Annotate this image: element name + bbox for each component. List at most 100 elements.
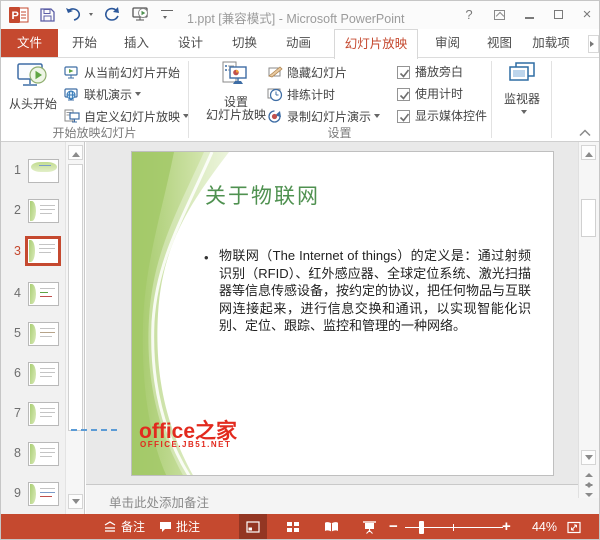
from-beginning-button[interactable]: 从头开始 [4,61,62,111]
tab-review[interactable]: 审阅 [428,29,467,57]
slide-thumbnail-1[interactable]: 1 [1,158,65,188]
checkbox-icon [397,66,410,79]
pane-splitter-indicator[interactable] [71,429,117,431]
checkbox-play-narrations[interactable]: 播放旁白 [397,65,463,81]
thumbnail-preview [28,362,59,386]
slide-bullet-text[interactable]: 物联网（The Internet of things）的定义是：通过射频识别（R… [219,247,531,335]
scroll-down-button[interactable] [68,494,83,509]
slideshow-view-button[interactable] [355,514,383,540]
slide-thumbnail-5[interactable]: 5 [1,321,65,351]
present-online-dropdown[interactable] [135,92,141,99]
tab-design[interactable]: 设计 [171,29,210,57]
scroll-down-button[interactable] [581,450,596,465]
powerpoint-window: P 1.ppt [兼容模式] - Microsoft PowerPoint ? … [0,0,600,540]
window-title: 1.ppt [兼容模式] - Microsoft PowerPoint [187,8,404,27]
minimize-button[interactable] [519,7,539,24]
custom-show-icon [64,109,80,124]
present-online-button[interactable]: 联机演示 [64,86,141,104]
qat-customize-button[interactable] [161,10,173,25]
normal-view-icon [246,521,260,533]
screen-current-icon [64,65,80,80]
slide-thumbnail-4[interactable]: 4 [1,281,65,311]
tab-overflow-arrow[interactable] [588,35,599,53]
notes-pane[interactable]: 单击此处添加备注 [86,484,600,514]
rehearse-clock-icon [267,87,283,102]
ribbon-display-options-button[interactable] [489,7,509,24]
help-button[interactable]: ? [459,7,479,24]
ribbon-tab-bar: 文件 开始 插入 设计 切换 动画 幻灯片放映 审阅 视图 加载项 [1,29,600,57]
comments-toggle-button[interactable]: 批注 [159,514,200,540]
close-button[interactable]: × [577,7,597,24]
custom-slideshow-button[interactable]: 自定义幻灯片放映 [64,108,189,126]
record-slideshow-button[interactable]: 录制幻灯片演示 [267,108,380,126]
normal-view-button[interactable] [239,514,267,540]
maximize-button[interactable] [548,7,568,24]
previous-slide-button[interactable] [583,468,595,481]
screen-play-icon [15,61,51,93]
tab-view[interactable]: 视图 [480,29,519,57]
slide[interactable]: 关于物联网 • 物联网（The Internet of things）的定义是：… [131,151,554,476]
slide-thumbnail-8[interactable]: 8 [1,441,65,471]
scroll-thumb[interactable] [581,199,596,237]
status-bar: 备注 批注 − + 44% [1,514,600,540]
setup-slideshow-button[interactable]: 设置 幻灯片放映 [205,61,267,122]
redo-button[interactable] [104,7,120,25]
rehearse-timings-button[interactable]: 排练计时 [267,86,335,104]
title-bar: P 1.ppt [兼容模式] - Microsoft PowerPoint ? … [1,1,600,29]
zoom-out-button[interactable]: − [389,514,398,540]
zoom-percentage[interactable]: 44% [521,514,557,540]
reading-view-button[interactable] [317,514,345,540]
tab-home[interactable]: 开始 [65,29,104,57]
main-scrollbar[interactable] [578,142,600,498]
reading-view-icon [324,521,339,533]
slideshow-view-icon [362,521,377,534]
slide-thumbnail-2[interactable]: 2 [1,198,65,228]
slides-scrollbar[interactable] [65,142,85,514]
tab-animations[interactable]: 动画 [279,29,318,57]
checkbox-use-timings[interactable]: 使用计时 [397,87,463,103]
scroll-up-button[interactable] [68,145,83,160]
zoom-slider-thumb[interactable] [419,521,424,534]
hide-slide-icon [267,65,283,80]
slides-panel: 1 2 3 4 5 6 7 8 9 [1,142,65,514]
slide-thumbnail-3[interactable]: 3 [1,239,65,269]
group-label-start-show: 开始放映幻灯片 [1,126,188,140]
fit-to-window-button[interactable] [561,514,587,540]
record-dropdown[interactable] [374,114,380,121]
ribbon-collapse-button[interactable] [577,126,593,140]
checkbox-icon [397,110,410,123]
slide-sorter-icon [287,521,300,533]
comment-icon [159,521,172,533]
scroll-up-button[interactable] [581,145,596,160]
save-button[interactable] [40,7,55,25]
undo-dropdown-arrow[interactable] [89,13,93,18]
scroll-thumb[interactable] [68,164,83,431]
slide-thumbnail-6[interactable]: 6 [1,361,65,391]
undo-button[interactable] [65,7,82,25]
from-current-slide-button[interactable]: 从当前幻灯片开始 [64,64,180,82]
checkbox-show-media-controls[interactable]: 显示媒体控件 [397,109,487,125]
group-label-setup: 设置 [188,126,491,140]
tab-addins[interactable]: 加载项 [525,29,577,57]
notes-toggle-button[interactable]: 备注 [103,514,145,540]
monitors-dropdown[interactable] [521,110,527,117]
thumbnail-preview [28,322,59,346]
slide-sorter-button[interactable] [279,514,307,540]
tab-file[interactable]: 文件 [1,29,58,57]
hide-slide-button[interactable]: 隐藏幻灯片 [267,64,347,82]
start-slideshow-quick-button[interactable] [132,7,150,25]
tab-insert[interactable]: 插入 [117,29,156,57]
thumbnail-preview [28,199,59,223]
checkbox-icon [397,88,410,101]
monitors-button[interactable]: 监视器 [495,61,549,120]
zoom-in-button[interactable]: + [502,514,511,540]
notes-placeholder: 单击此处添加备注 [109,492,209,511]
online-globe-icon [64,87,80,102]
next-slide-button[interactable] [583,483,595,496]
slide-thumbnail-7[interactable]: 7 [1,401,65,431]
tab-transitions[interactable]: 切换 [225,29,264,57]
slide-thumbnail-9[interactable]: 9 [1,481,65,511]
monitors-icon [507,61,537,88]
tab-slideshow[interactable]: 幻灯片放映 [334,29,418,59]
slide-title[interactable]: 关于物联网 [205,180,320,210]
